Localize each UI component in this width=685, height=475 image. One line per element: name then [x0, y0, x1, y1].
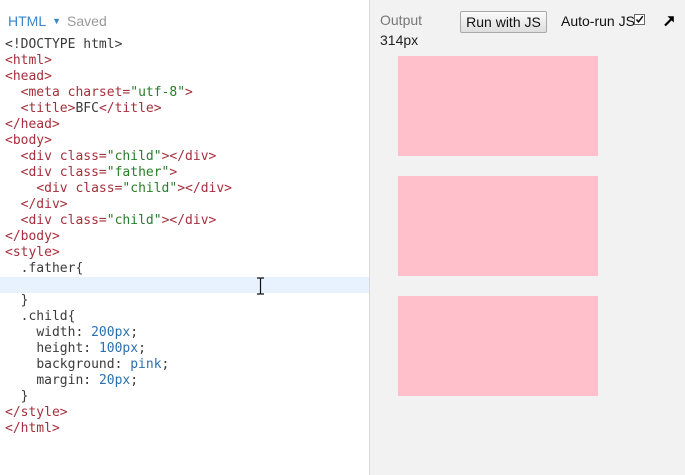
- checkmark-icon: [635, 15, 644, 24]
- code-line[interactable]: height: 100px;: [0, 341, 369, 357]
- code-editor[interactable]: <!DOCTYPE html> <html> <head> <meta char…: [0, 37, 369, 437]
- output-pane: Output 314px Run with JS Auto-run JS: [370, 0, 685, 475]
- code-line[interactable]: background: pink;: [0, 357, 369, 373]
- code-line[interactable]: <div class="child"></div>: [0, 213, 369, 229]
- code-line[interactable]: .father{: [0, 261, 369, 277]
- preview-child-box: [398, 56, 598, 156]
- code-line[interactable]: <body>: [0, 133, 369, 149]
- editor-header: HTML ▼ Saved: [8, 12, 107, 30]
- code-line[interactable]: </div>: [0, 197, 369, 213]
- save-status: Saved: [67, 13, 107, 29]
- code-line[interactable]: <div class="child"></div>: [0, 149, 369, 165]
- popout-arrow-icon[interactable]: [663, 14, 675, 27]
- code-line[interactable]: <div class="child"></div>: [0, 181, 369, 197]
- language-caret-icon[interactable]: ▼: [52, 16, 61, 26]
- output-title: Output: [380, 12, 423, 28]
- autorun-label: Auto-run JS: [561, 13, 635, 29]
- editor-pane: HTML ▼ Saved <!DOCTYPE html> <html> <hea…: [0, 0, 369, 475]
- text-cursor-icon: [256, 277, 265, 295]
- code-line[interactable]: </body>: [0, 229, 369, 245]
- code-line[interactable]: .child{: [0, 309, 369, 325]
- code-line[interactable]: </head>: [0, 117, 369, 133]
- preview-child-box: [398, 296, 598, 396]
- active-code-line[interactable]: [0, 277, 369, 293]
- code-line[interactable]: <div class="father">: [0, 165, 369, 181]
- code-line[interactable]: <html>: [0, 53, 369, 69]
- code-line[interactable]: </style>: [0, 405, 369, 421]
- autorun-checkbox[interactable]: [634, 14, 645, 25]
- run-with-js-button[interactable]: Run with JS: [460, 11, 547, 33]
- code-line[interactable]: width: 200px;: [0, 325, 369, 341]
- code-line[interactable]: <title>BFC</title>: [0, 101, 369, 117]
- code-line[interactable]: margin: 20px;: [0, 373, 369, 389]
- language-selector[interactable]: HTML: [8, 13, 46, 29]
- preview-father-child-box: [398, 176, 598, 276]
- code-line[interactable]: <!DOCTYPE html>: [0, 37, 369, 53]
- output-width-readout: 314px: [380, 32, 419, 48]
- code-line[interactable]: <style>: [0, 245, 369, 261]
- code-line[interactable]: <meta charset="utf-8">: [0, 85, 369, 101]
- code-playground: HTML ▼ Saved <!DOCTYPE html> <html> <hea…: [0, 0, 685, 475]
- code-line[interactable]: <head>: [0, 69, 369, 85]
- code-line[interactable]: }: [0, 389, 369, 405]
- code-line[interactable]: </html>: [0, 421, 369, 437]
- code-line[interactable]: }: [0, 293, 369, 309]
